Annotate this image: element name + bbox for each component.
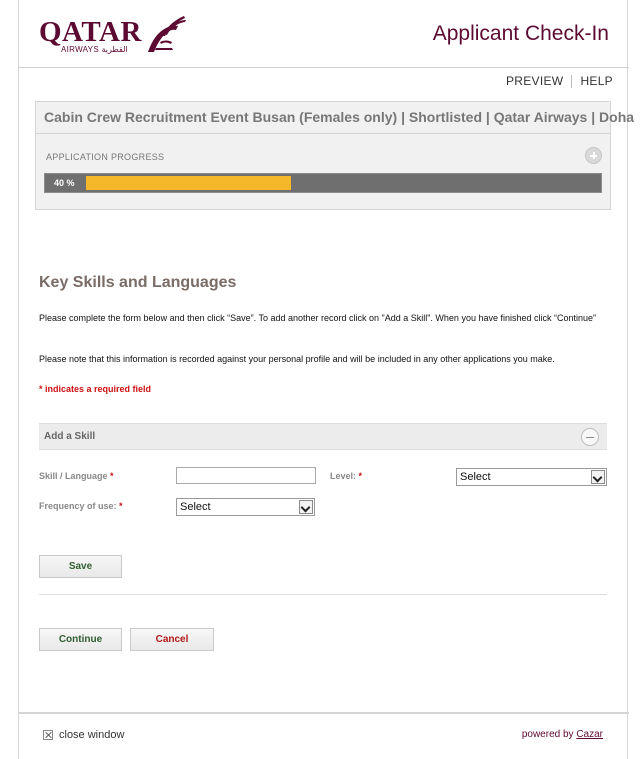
frequency-selected-value: Select bbox=[180, 501, 211, 513]
progress-bar: 40 % bbox=[44, 173, 602, 193]
oryx-logo-icon bbox=[148, 16, 186, 52]
continue-button[interactable]: Continue bbox=[39, 628, 122, 651]
required-asterisk: * bbox=[119, 501, 123, 511]
page-title: Key Skills and Languages bbox=[39, 274, 237, 291]
profile-note-text: Please note that this information is rec… bbox=[39, 354, 555, 364]
required-field-note: * indicates a required field bbox=[39, 384, 152, 394]
page-frame: QATAR AIRWAYS القطرية Applicant Check-In… bbox=[18, 0, 634, 759]
frequency-select[interactable]: Select bbox=[176, 498, 315, 516]
chevron-down-icon[interactable] bbox=[591, 470, 605, 484]
close-box-icon[interactable] bbox=[43, 730, 53, 740]
level-label-text: Level: bbox=[330, 471, 357, 481]
close-window-label: close window bbox=[59, 729, 125, 741]
powered-by-text: powered by bbox=[521, 729, 574, 740]
header: QATAR AIRWAYS القطرية Applicant Check-In bbox=[19, 0, 629, 68]
required-asterisk: * bbox=[358, 471, 363, 481]
level-selected-value: Select bbox=[460, 471, 491, 483]
event-panel: Cabin Crew Recruitment Event Busan (Fema… bbox=[35, 101, 634, 210]
footer: close window powered by Cazar bbox=[19, 712, 629, 759]
minus-circle-icon[interactable] bbox=[581, 428, 599, 446]
cancel-button[interactable]: Cancel bbox=[130, 628, 214, 651]
add-skill-panel-header[interactable]: Add a Skill bbox=[39, 423, 607, 450]
add-skill-title: Add a Skill bbox=[44, 431, 96, 442]
frequency-label-text: Frequency of use: bbox=[39, 501, 117, 511]
progress-fill bbox=[86, 176, 291, 190]
frequency-label: Frequency of use: * bbox=[39, 501, 123, 511]
level-label: Level: * bbox=[330, 471, 362, 481]
close-window-link[interactable]: close window bbox=[43, 729, 124, 741]
preview-link[interactable]: PREVIEW bbox=[506, 74, 563, 88]
logo-subtitle: AIRWAYS القطرية bbox=[61, 45, 128, 54]
skill-language-label: Skill / Language * bbox=[39, 471, 114, 481]
qatar-airways-logo: QATAR AIRWAYS القطرية bbox=[39, 14, 189, 58]
logo-wordmark: QATAR bbox=[39, 16, 142, 48]
top-links: PREVIEW HELP bbox=[506, 74, 613, 88]
plus-circle-icon[interactable] bbox=[585, 147, 602, 164]
progress-label: APPLICATION PROGRESS bbox=[46, 152, 165, 162]
instructions-text: Please complete the form below and then … bbox=[39, 313, 597, 323]
chevron-down-icon[interactable] bbox=[299, 500, 313, 514]
level-select[interactable]: Select bbox=[456, 468, 607, 486]
divider bbox=[36, 133, 610, 134]
help-link[interactable]: HELP bbox=[580, 74, 613, 88]
divider bbox=[39, 594, 607, 595]
required-asterisk: * bbox=[110, 471, 114, 481]
skill-label-text: Skill / Language bbox=[39, 471, 108, 481]
skill-language-input[interactable] bbox=[176, 467, 316, 484]
event-title: Cabin Crew Recruitment Event Busan (Fema… bbox=[44, 109, 635, 125]
app-title: Applicant Check-In bbox=[432, 22, 609, 45]
link-separator bbox=[571, 74, 573, 88]
powered-by: powered by Cazar bbox=[522, 729, 603, 740]
save-button[interactable]: Save bbox=[39, 555, 122, 578]
vendor-link[interactable]: Cazar bbox=[576, 729, 603, 740]
progress-percent: 40 % bbox=[54, 178, 75, 188]
